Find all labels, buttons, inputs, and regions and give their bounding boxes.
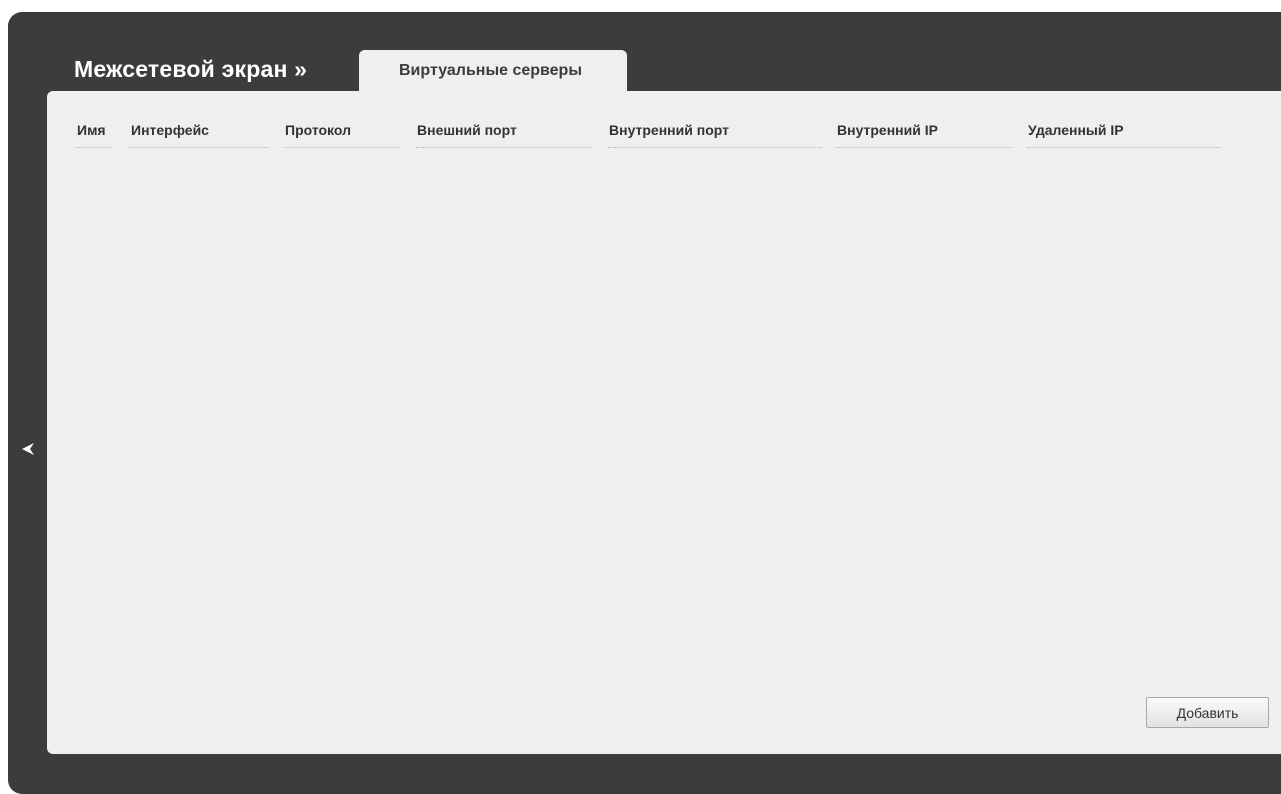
column-divider [129, 147, 269, 148]
chevron-left-icon[interactable] [18, 439, 38, 459]
content-panel [47, 91, 1281, 754]
column-header-external-port: Внешний порт [417, 122, 517, 138]
add-button[interactable]: Добавить [1146, 697, 1269, 728]
column-header-protocol: Протокол [285, 122, 351, 138]
column-divider [284, 147, 399, 148]
column-header-remote-ip: Удаленный IP [1028, 122, 1124, 138]
column-divider [836, 147, 1012, 148]
column-divider [1027, 147, 1221, 148]
column-divider [608, 147, 822, 148]
tab-virtual-servers[interactable]: Виртуальные серверы [359, 50, 627, 96]
page-title: Межсетевой экран » [74, 56, 308, 82]
column-header-internal-port: Внутренний порт [609, 122, 729, 138]
column-divider [75, 147, 112, 148]
column-header-name: Имя [77, 122, 106, 138]
column-header-internal-ip: Внутренний IP [837, 122, 938, 138]
column-header-interface: Интерфейс [131, 122, 209, 138]
column-divider [416, 147, 592, 148]
tab-label: Виртуальные серверы [399, 62, 582, 79]
